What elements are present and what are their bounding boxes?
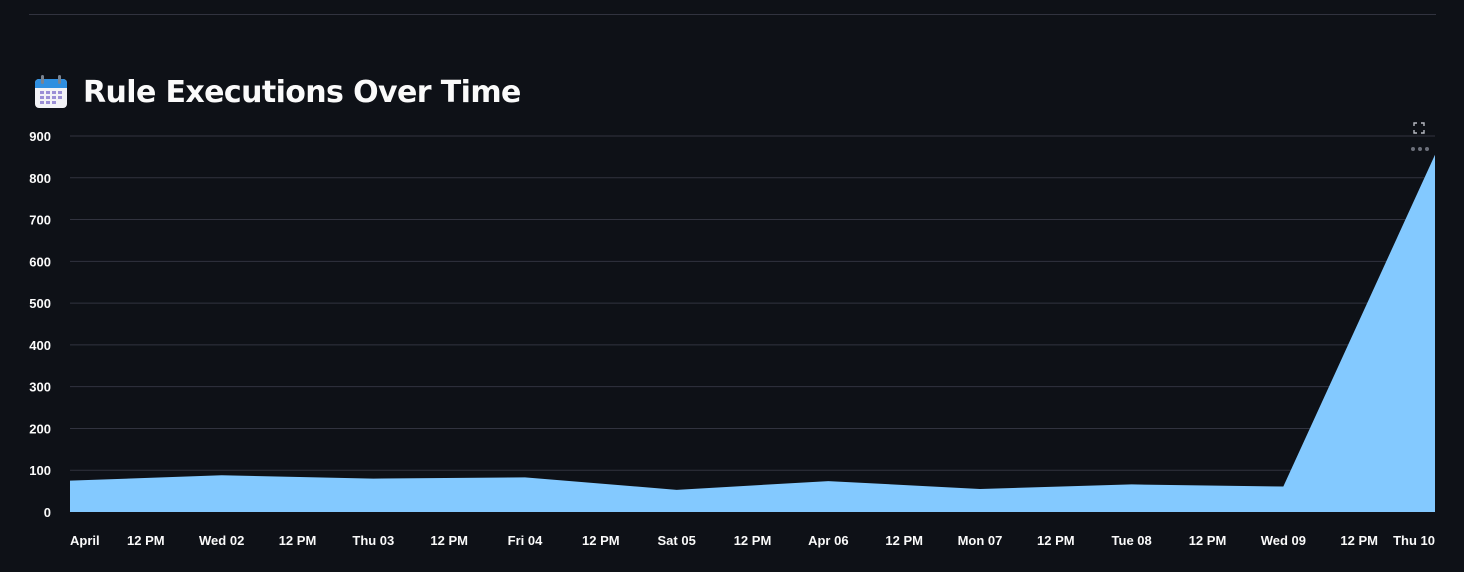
y-tick-label: 900 xyxy=(29,129,51,144)
x-tick-label: Fri 04 xyxy=(508,533,543,548)
calendar-icon xyxy=(33,74,69,110)
area-series xyxy=(70,154,1435,513)
x-tick-label: Tue 08 xyxy=(1112,533,1152,548)
y-tick-label: 100 xyxy=(29,463,51,478)
x-tick-label: 12 PM xyxy=(430,533,468,548)
x-tick-label: Sat 05 xyxy=(658,533,696,548)
expand-icon xyxy=(1413,122,1425,134)
y-tick-label: 400 xyxy=(29,338,51,353)
y-tick-label: 500 xyxy=(29,296,51,311)
y-tick-label: 700 xyxy=(29,213,51,228)
y-tick-label: 800 xyxy=(29,171,51,186)
section-header: Rule Executions Over Time xyxy=(33,72,521,112)
fullscreen-button[interactable] xyxy=(1411,120,1427,136)
y-tick-label: 300 xyxy=(29,380,51,395)
area-chart: 0 100 200 300 400 500 600 700 800 900 April 12 PM We… xyxy=(29,129,1435,548)
chart-container: 0 100 200 300 400 500 600 700 800 900 April 12 PM We… xyxy=(0,110,1464,572)
x-tick-label: 12 PM xyxy=(885,533,923,548)
y-tick-label: 600 xyxy=(29,254,51,269)
x-tick-label: Wed 02 xyxy=(199,533,244,548)
x-tick-label: Wed 09 xyxy=(1261,533,1306,548)
x-tick-label: Apr 06 xyxy=(808,533,848,548)
more-horizontal-icon xyxy=(1411,147,1429,151)
chart-title: Rule Executions Over Time xyxy=(83,74,521,110)
x-tick-label: 12 PM xyxy=(1189,533,1227,548)
x-tick-label: 12 PM xyxy=(582,533,620,548)
x-tick-label: Thu 03 xyxy=(352,533,394,548)
more-options-button[interactable] xyxy=(1408,142,1432,154)
x-tick-label: Mon 07 xyxy=(958,533,1003,548)
y-tick-label: 200 xyxy=(29,421,51,436)
x-tick-label: Thu 10 xyxy=(1393,533,1435,548)
top-divider xyxy=(29,14,1436,15)
y-tick-label: 0 xyxy=(44,505,51,520)
x-tick-label: 12 PM xyxy=(279,533,317,548)
x-tick-label: April xyxy=(70,533,100,548)
x-tick-label: 12 PM xyxy=(1037,533,1075,548)
x-tick-label: 12 PM xyxy=(734,533,772,548)
x-tick-label: 12 PM xyxy=(127,533,165,548)
x-tick-label: 12 PM xyxy=(1340,533,1378,548)
